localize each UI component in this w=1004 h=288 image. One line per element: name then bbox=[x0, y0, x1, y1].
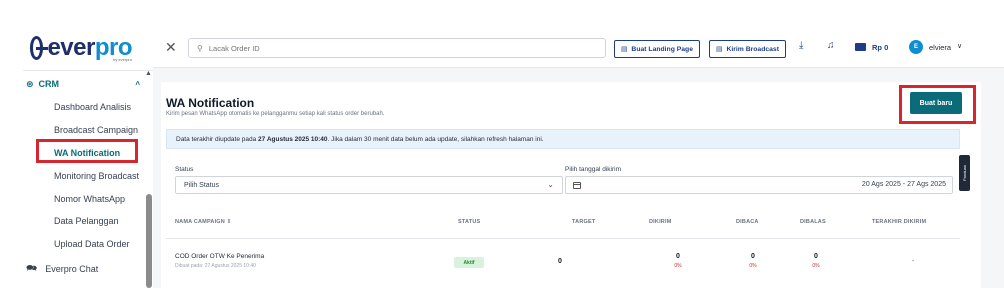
table-divider bbox=[166, 238, 960, 239]
wallet-icon[interactable] bbox=[855, 43, 866, 51]
update-info-banner: Data terakhir diupdate pada 27 Agustus 2… bbox=[166, 129, 960, 149]
column-header-terakhir-dikirim: TERAKHIR DIKIRIM bbox=[872, 219, 927, 225]
read-percent: 0% bbox=[749, 263, 757, 269]
read-value: 0 bbox=[751, 253, 755, 260]
sidebar-item-everpro-chat[interactable]: 🗪 Everpro Chat bbox=[26, 261, 98, 277]
replied-percent: 0% bbox=[812, 263, 820, 269]
scrollbar-thumb[interactable] bbox=[146, 194, 152, 288]
status-filter-label: Status bbox=[175, 166, 194, 173]
sent-percent: 0% bbox=[674, 263, 682, 269]
close-icon[interactable]: ✕ bbox=[165, 40, 177, 54]
last-sent-value: - bbox=[912, 258, 915, 265]
username[interactable]: elviera bbox=[929, 43, 951, 52]
avatar[interactable]: E bbox=[909, 40, 923, 54]
logo-mark-icon bbox=[30, 36, 49, 60]
date-range-value: 20 Ags 2025 - 27 Ags 2025 bbox=[861, 181, 946, 188]
sidebar-item-monitoring-broadcast[interactable]: Monitoring Broadcast bbox=[54, 171, 139, 181]
campaign-created-date: Dibuat pada: 27 Agustus 2025 10:40 bbox=[175, 263, 256, 269]
page-subtitle: Kirim pesan WhatsApp otomatis ke pelangg… bbox=[166, 111, 385, 117]
column-header-status: STATUS bbox=[458, 219, 481, 225]
download-icon[interactable]: ⤓ bbox=[799, 41, 803, 51]
sidebar-item-label: Everpro Chat bbox=[45, 264, 99, 274]
crm-icon: ⊛ bbox=[26, 78, 34, 89]
sidebar-section-crm[interactable]: ⊛ CRM ^ bbox=[26, 77, 140, 91]
chat-icon: 🗪 bbox=[26, 263, 38, 273]
campaign-name[interactable]: COD Order OTW Ke Penerima bbox=[175, 253, 264, 260]
chevron-down-icon: ⌄ bbox=[547, 180, 554, 189]
page-title: WA Notification bbox=[166, 96, 255, 110]
search-input[interactable] bbox=[208, 43, 589, 53]
column-header-target: TARGET bbox=[572, 219, 596, 225]
status-select[interactable]: Pilih Status ⌄ bbox=[175, 176, 563, 194]
buat-landing-page-button[interactable]: ▤ Buat Landing Page bbox=[614, 40, 700, 58]
sidebar-section-label: CRM bbox=[38, 79, 60, 89]
chevron-down-icon[interactable]: ∨ bbox=[957, 42, 962, 50]
update-timestamp: 27 Agustus 2025 10:40 bbox=[258, 135, 328, 143]
panduan-tab[interactable]: Panduan bbox=[959, 155, 970, 191]
highlight-box-wa-notification bbox=[36, 139, 138, 163]
search-icon: ⚲ bbox=[197, 43, 203, 53]
sent-value: 0 bbox=[676, 253, 680, 260]
column-header-nama-campaign[interactable]: NAMA CAMPAIGN ⇕ bbox=[175, 219, 232, 225]
column-header-dikirim: DIKIRIM bbox=[649, 219, 672, 225]
target-value: 0 bbox=[558, 258, 562, 265]
column-header-dibalas: DIBALAS bbox=[800, 219, 826, 225]
status-badge: Aktif bbox=[454, 257, 484, 268]
sidebar-item-data-pelanggan[interactable]: Data Pelanggan bbox=[54, 216, 119, 226]
everpro-logo[interactable]: everpro by everpro bbox=[30, 33, 133, 63]
chevron-up-icon: ^ bbox=[135, 79, 140, 89]
highlight-box-buat-baru bbox=[899, 85, 976, 124]
sidebar-divider bbox=[23, 70, 153, 71]
sidebar-scrollbar[interactable]: ▲ bbox=[145, 70, 153, 288]
sidebar-item-broadcast-campaign[interactable]: Broadcast Campaign bbox=[54, 125, 138, 135]
sidebar-item-upload-data-order[interactable]: Upload Data Order bbox=[54, 239, 130, 249]
calendar-icon bbox=[573, 181, 581, 189]
broadcast-icon: ▤ bbox=[716, 46, 723, 53]
date-filter-label: Pilih tanggal dikirim bbox=[565, 166, 621, 173]
replied-value: 0 bbox=[814, 253, 818, 260]
sidebar-item-nomor-whatsapp[interactable]: Nomor WhatsApp bbox=[54, 194, 125, 204]
bell-icon[interactable]: ♫ bbox=[827, 41, 835, 51]
sort-icon[interactable]: ⇕ bbox=[227, 219, 232, 225]
column-header-dibaca: DIBACA bbox=[736, 219, 759, 225]
landing-page-icon: ▤ bbox=[621, 46, 628, 53]
kirim-broadcast-button[interactable]: ▤ Kirim Broadcast bbox=[709, 40, 786, 58]
balance-amount[interactable]: Rp 0 bbox=[872, 43, 888, 52]
scroll-up-arrow-icon[interactable]: ▲ bbox=[145, 70, 152, 77]
date-range-picker[interactable]: 20 Ags 2025 - 27 Ags 2025 bbox=[565, 176, 953, 194]
logo-tagline: by everpro bbox=[113, 57, 132, 62]
search-bar[interactable]: ⚲ bbox=[188, 38, 606, 58]
sidebar-item-dashboard-analisis[interactable]: Dashboard Analisis bbox=[54, 102, 131, 112]
